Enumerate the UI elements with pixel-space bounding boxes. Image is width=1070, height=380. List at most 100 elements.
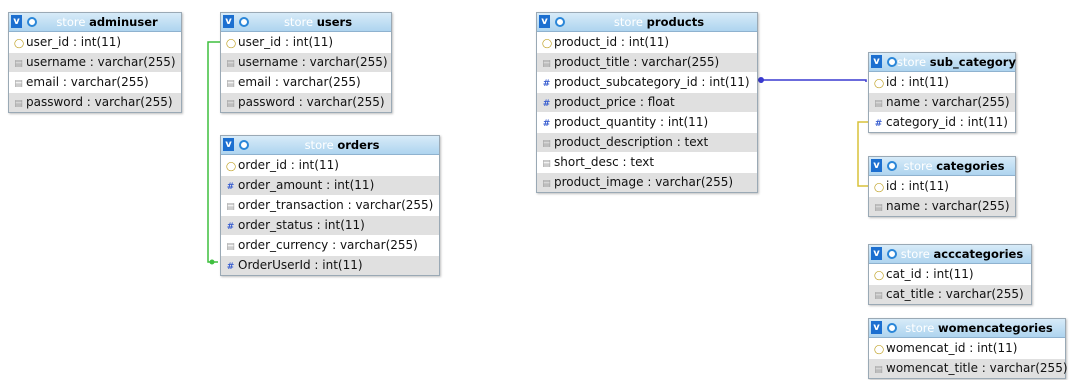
table-header[interactable]: v store womencategories (869, 319, 1065, 338)
collapse-toggle-icon[interactable]: v (223, 15, 234, 28)
text-field-icon: ▤ (542, 59, 551, 69)
column-row[interactable]: ▤ cat_title : varchar(255) (869, 284, 1031, 304)
number-field-icon: # (542, 119, 551, 129)
table-title: store womencategories (905, 321, 1053, 335)
column-row[interactable]: # product_quantity : int(11) (537, 112, 757, 132)
column-row[interactable]: ▤ product_description : text (537, 132, 757, 152)
column-row[interactable]: ◯ id : int(11) (869, 176, 1015, 196)
gear-icon[interactable] (887, 323, 897, 333)
column-row[interactable]: ◯ order_id : int(11) (221, 155, 439, 175)
column-row[interactable]: # product_subcategory_id : int(11) (537, 72, 757, 92)
collapse-toggle-icon[interactable]: v (539, 15, 550, 28)
column-row[interactable]: ◯ id : int(11) (869, 72, 1015, 92)
text-field-icon: ▤ (542, 139, 551, 149)
gear-icon[interactable] (887, 57, 897, 67)
column-row[interactable]: ▤ order_currency : varchar(255) (221, 235, 439, 255)
key-icon: ◯ (226, 162, 237, 172)
table-header[interactable]: v store orders (221, 136, 439, 155)
key-icon: ◯ (874, 345, 885, 355)
column-row[interactable]: ▤ womencat_title : varchar(255) (869, 358, 1068, 378)
relation-orders-users-end (209, 259, 215, 265)
text-field-icon: ▤ (226, 242, 235, 252)
collapse-toggle-icon[interactable]: v (871, 321, 882, 334)
collapse-toggle-icon[interactable]: v (11, 15, 22, 28)
text-field-icon: ▤ (874, 99, 883, 109)
relation-products-subcategory-end (758, 77, 764, 83)
key-icon: ◯ (874, 183, 885, 193)
table-title: store adminuser (56, 15, 158, 29)
collapse-toggle-icon[interactable]: v (223, 138, 234, 151)
table-products[interactable]: v store products ◯ product_id : int(11) ▤… (536, 12, 758, 193)
table-acccategories[interactable]: v store acccategories ◯ cat_id : int(11) … (868, 244, 1032, 305)
table-header[interactable]: v store acccategories (869, 245, 1031, 264)
column-row[interactable]: ▤ product_image : varchar(255) (537, 172, 757, 192)
column-row[interactable]: # order_amount : int(11) (221, 175, 439, 195)
text-field-icon: ▤ (14, 79, 23, 89)
column-row[interactable]: ▤ short_desc : text (537, 152, 757, 172)
text-field-icon: ▤ (14, 59, 23, 69)
column-row[interactable]: ▤ order_transaction : varchar(255) (221, 195, 439, 215)
table-header[interactable]: v store categories (869, 157, 1015, 176)
gear-icon[interactable] (887, 161, 897, 171)
column-row[interactable]: # product_price : float (537, 92, 757, 112)
table-title: store categories (903, 159, 1005, 173)
table-header[interactable]: v store sub_category (869, 53, 1016, 72)
relation-products-subcategory (760, 79, 867, 82)
text-field-icon: ▤ (14, 99, 23, 109)
number-field-icon: # (226, 222, 235, 232)
column-row[interactable]: ▤ password : varchar(255) (221, 92, 391, 112)
number-field-icon: # (542, 79, 551, 89)
table-header[interactable]: v store products (537, 13, 757, 32)
column-row[interactable]: ▤ email : varchar(255) (9, 72, 181, 92)
text-field-icon: ▤ (874, 203, 883, 213)
table-users[interactable]: v store users ◯ user_id : int(11) ▤ userna… (220, 12, 392, 113)
collapse-toggle-icon[interactable]: v (871, 55, 882, 68)
table-sub-category[interactable]: v store sub_category ◯ id : int(11) ▤ name… (868, 52, 1016, 133)
text-field-icon: ▤ (542, 179, 551, 189)
number-field-icon: # (874, 119, 883, 129)
table-orders[interactable]: v store orders ◯ order_id : int(11) # orde… (220, 135, 440, 276)
table-header[interactable]: v store users (221, 13, 391, 32)
column-row[interactable]: ▤ username : varchar(255) (221, 52, 391, 72)
relation-orders-users (207, 41, 220, 263)
table-title: store products (613, 15, 705, 29)
column-row[interactable]: ▤ name : varchar(255) (869, 92, 1015, 112)
text-field-icon: ▤ (226, 79, 235, 89)
column-row[interactable]: ◯ user_id : int(11) (221, 32, 391, 52)
table-title: store acccategories (900, 247, 1024, 261)
column-row[interactable]: ◯ womencat_id : int(11) (869, 338, 1065, 358)
text-field-icon: ▤ (226, 99, 235, 109)
gear-icon[interactable] (239, 17, 249, 27)
table-title: store orders (304, 138, 380, 152)
column-row[interactable]: ▤ product_title : varchar(255) (537, 52, 757, 72)
key-icon: ◯ (874, 79, 885, 89)
table-header[interactable]: v store adminuser (9, 13, 181, 32)
gear-icon[interactable] (555, 17, 565, 27)
key-icon: ◯ (542, 39, 553, 49)
column-row[interactable]: ▤ name : varchar(255) (869, 196, 1015, 216)
column-row[interactable]: # order_status : int(11) (221, 215, 439, 235)
column-row[interactable]: ◯ user_id : int(11) (9, 32, 181, 52)
number-field-icon: # (226, 182, 235, 192)
column-row[interactable]: ▤ password : varchar(255) (9, 92, 181, 112)
gear-icon[interactable] (239, 140, 249, 150)
key-icon: ◯ (874, 271, 885, 281)
gear-icon[interactable] (27, 17, 37, 27)
number-field-icon: # (542, 99, 551, 109)
column-row[interactable]: ▤ username : varchar(255) (9, 52, 181, 72)
column-row[interactable]: ◯ cat_id : int(11) (869, 264, 1031, 284)
table-categories[interactable]: v store categories ◯ id : int(11) ▤ name :… (868, 156, 1016, 217)
collapse-toggle-icon[interactable]: v (871, 247, 882, 260)
text-field-icon: ▤ (226, 202, 235, 212)
table-adminuser[interactable]: v store adminuser ◯ user_id : int(11) ▤ us… (8, 12, 182, 113)
table-womencategories[interactable]: v store womencategories ◯ womencat_id : i… (868, 318, 1068, 379)
column-row[interactable]: # OrderUserId : int(11) (221, 255, 439, 275)
gear-icon[interactable] (887, 249, 897, 259)
text-field-icon: ▤ (226, 59, 235, 69)
table-title: store sub_category (897, 55, 1016, 69)
column-row[interactable]: ▤ email : varchar(255) (221, 72, 391, 92)
column-row[interactable]: # category_id : int(11) (869, 112, 1015, 132)
column-row[interactable]: ◯ product_id : int(11) (537, 32, 757, 52)
relation-subcategory-categories (857, 121, 868, 187)
collapse-toggle-icon[interactable]: v (871, 159, 882, 172)
